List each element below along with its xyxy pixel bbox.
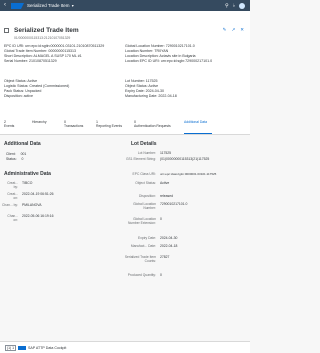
header-attr: Serial Number: 21010870511329 (4, 59, 57, 63)
field-label: Global Location Number: (133, 202, 156, 210)
footer-bar: (1) 1 SAP ATTP Data Cockpit (0, 341, 250, 353)
user-avatar[interactable] (239, 2, 245, 9)
shell-bar: ‹ Serialized Trade Item ▾ ⚲ ♭ (0, 0, 250, 11)
section-title-lot: Lot Details (131, 141, 157, 147)
header-attr: EPC ID URI: urn:epc:id:sgtin:0000001.031… (4, 44, 105, 48)
field-value: 2024-04-30 (160, 236, 178, 240)
search-icon[interactable]: ⚲ (225, 3, 229, 9)
field-value: 2022-04-19 06:51:26 (22, 192, 54, 196)
field-status: Status: 0 (6, 157, 24, 161)
header-attr: Location Description: Actavis site in Bu… (125, 54, 196, 58)
section-title-admin: Administrative Data (4, 171, 51, 177)
field-value: 117525 (160, 151, 172, 155)
tab-transactions[interactable]: 0 Transactions (64, 120, 83, 129)
header-attr: Pack Status: Unpacked (4, 89, 42, 93)
field-value: 2022-05-06 16:19:16 (22, 214, 54, 218)
tab-reporting-events[interactable]: 1 Reporting Events (96, 120, 122, 129)
footer-app-name: SAP ATTP Data Cockpit (27, 345, 67, 350)
sap-logo[interactable] (11, 2, 24, 9)
app-title-text: Serialized Trade Item (27, 3, 70, 8)
edit-icon[interactable]: ✎ (223, 27, 227, 33)
active-tab-indicator (184, 133, 212, 134)
section-title-additional: Additional Data (4, 141, 41, 147)
field-label: Global Location Number Extension: (127, 217, 156, 225)
page-indicator[interactable]: (1) 1 (5, 344, 16, 351)
tab-authentication-requests[interactable]: 0 Authentication Requests (134, 120, 171, 129)
share-icon[interactable]: ↗ (231, 27, 235, 33)
chevron-down-icon[interactable]: ▾ (72, 3, 74, 8)
field-label: Creat... on: (7, 192, 18, 200)
field-label: Serialized Trade Item Counts: (124, 255, 156, 263)
field-label: GS1 Element String: (125, 157, 156, 161)
field-label: Chan... on: (7, 214, 18, 222)
field-value: 0 (160, 217, 162, 221)
header-attr: Global Location Number: 7290010217101.0 (125, 44, 195, 48)
object-icon (4, 28, 9, 33)
tab-additional-data[interactable]: Additional Data (184, 120, 207, 124)
field-label: Produced Quantity: (127, 273, 156, 277)
object-title: Serialized Trade Item (14, 27, 79, 34)
field-label: Expiry Date: (138, 236, 156, 240)
field-value: (01)00000000115313(21)117525 (160, 157, 210, 161)
field-value: PMILANOVA (22, 203, 42, 207)
header-attr: Location EPC ID URI: urn:epc:id:sgln:729… (125, 59, 213, 63)
header-attr: Expiry Date: 2024-04-30 (125, 89, 164, 93)
tab-hierarchy[interactable]: Hierarchy (32, 120, 47, 124)
header-attr: Object Status: Active (4, 79, 38, 83)
header-attr: Location Number: TR0YAN (125, 49, 169, 53)
field-value: released (160, 194, 174, 198)
header-attr: Manufacturing Date: 2022-04-18 (125, 94, 177, 98)
field-label: Chan... by: (2, 203, 18, 207)
tab-events[interactable]: 2 Events (4, 120, 14, 129)
close-icon[interactable]: ✕ (240, 27, 244, 33)
bell-icon[interactable]: ♭ (233, 3, 235, 9)
header-attr: Disposition: active (4, 94, 33, 98)
field-label: Lot Number: (137, 151, 156, 155)
header-attr: Object Status: Active (125, 84, 159, 88)
header-attr: Logistic Status: Created (Commissioned) (4, 84, 70, 88)
field-value: Active (160, 181, 170, 185)
field-value: 27827 (160, 255, 170, 259)
field-client: Client: 001 (6, 152, 27, 156)
field-label: Object Status: (135, 181, 156, 185)
app-title[interactable]: Serialized Trade Item ▾ (27, 3, 225, 8)
header-attr: Global Trade Item Number: 00000000115313 (4, 49, 77, 53)
header-attr: Lot Number: 117525 (125, 79, 158, 83)
field-value: urn:epc:class:lgtin:0000001.03101.117525 (160, 172, 217, 176)
back-button[interactable]: ‹ (0, 0, 10, 11)
field-label: Creat... by: (7, 181, 18, 189)
field-label: EPC Class URI: (132, 172, 156, 176)
object-subtitle: 01/0000000115313:21210107051329 (14, 36, 71, 40)
header-attr: Short Description: ALMAGEL A SUSP 170 ML… (4, 54, 82, 58)
object-header: Serialized Trade Item 01/0000000115313:2… (0, 11, 250, 118)
tab-bar: 2 Events Hierarchy 0 Transactions 1 Reporti… (0, 118, 250, 135)
field-label: Manufact... Date: (130, 244, 156, 248)
sap-logo-small (17, 345, 26, 350)
field-value: TIBCO (22, 181, 33, 185)
field-value: 2022-04-18 (160, 244, 178, 248)
field-value: 7290010217101.0 (160, 202, 188, 206)
field-value: 0 (160, 273, 162, 277)
field-label: Disposition: (138, 194, 156, 198)
